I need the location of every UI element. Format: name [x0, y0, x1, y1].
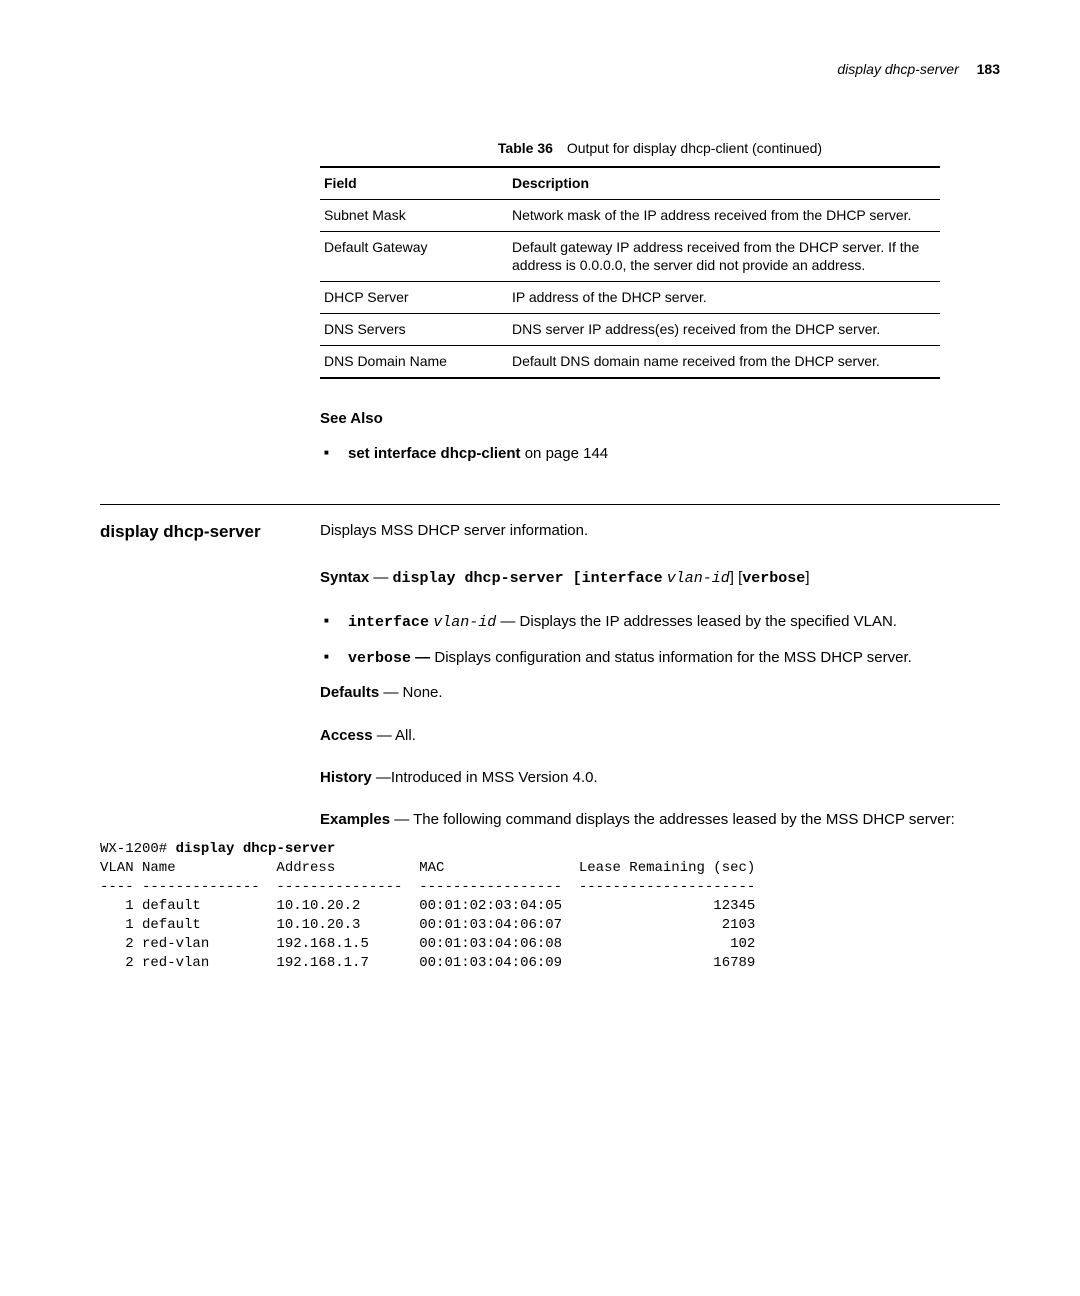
- cli-row: 2 red-vlan 192.168.1.5 00:01:03:04:06:08…: [100, 936, 755, 952]
- table-row: DHCP Server IP address of the DHCP serve…: [320, 282, 940, 314]
- see-also-tail: on page 144: [521, 445, 609, 462]
- syntax-label: Syntax: [320, 569, 369, 586]
- header-page-number: 183: [977, 61, 1000, 77]
- access-line: Access — All.: [320, 726, 1000, 746]
- table-row: DNS Servers DNS server IP address(es) re…: [320, 314, 940, 346]
- desc-cell: Network mask of the IP address received …: [508, 199, 940, 231]
- output-table: Field Description Subnet Mask Network ma…: [320, 166, 940, 379]
- defaults-label: Defaults: [320, 684, 379, 701]
- header-command: display dhcp-server: [837, 61, 958, 77]
- table-row: DNS Domain Name Default DNS domain name …: [320, 346, 940, 378]
- cli-row: 1 default 10.10.20.2 00:01:02:03:04:05 1…: [100, 898, 755, 914]
- syntax-opt: verbose: [742, 570, 805, 587]
- defaults-text: — None.: [379, 684, 442, 701]
- table-caption: Table 36 Output for display dhcp-client …: [320, 139, 1000, 158]
- page-header: display dhcp-server 183: [100, 60, 1000, 79]
- field-cell: DHCP Server: [320, 282, 508, 314]
- syntax-var: vlan-id: [667, 570, 730, 587]
- col-field: Field: [320, 167, 508, 199]
- opt-keyword: verbose: [348, 650, 411, 667]
- table-title: Output for display dhcp-client (continue…: [567, 140, 822, 156]
- access-text: — All.: [373, 727, 416, 744]
- opt-dash: —: [411, 649, 430, 666]
- opt-keyword: interface: [348, 614, 429, 631]
- cli-prompt: WX-1200#: [100, 841, 176, 857]
- command-heading-row: display dhcp-server Displays MSS DHCP se…: [100, 521, 1000, 544]
- opt-text: Displays configuration and status inform…: [430, 649, 912, 666]
- examples-label: Examples: [320, 811, 390, 828]
- cli-row: 1 default 10.10.20.3 00:01:03:04:06:07 2…: [100, 917, 755, 933]
- syntax-option: interface vlan-id — Displays the IP addr…: [320, 611, 1000, 633]
- syntax-option: verbose — Displays configuration and sta…: [320, 647, 1000, 669]
- cli-header: VLAN Name Address MAC Lease Remaining (s…: [100, 860, 755, 876]
- desc-cell: DNS server IP address(es) received from …: [508, 314, 940, 346]
- history-label: History: [320, 769, 372, 786]
- see-also-item: set interface dhcp-client on page 144: [320, 443, 1000, 464]
- cli-command: display dhcp-server: [176, 841, 336, 857]
- field-cell: Subnet Mask: [320, 199, 508, 231]
- table-row: Subnet Mask Network mask of the IP addre…: [320, 199, 940, 231]
- cli-separator: ---- -------------- --------------- ----…: [100, 879, 755, 895]
- see-also-list: set interface dhcp-client on page 144: [320, 443, 1000, 464]
- opt-var: vlan-id: [433, 614, 496, 631]
- syntax-line: Syntax — display dhcp-server [interface …: [320, 568, 1000, 589]
- col-description: Description: [508, 167, 940, 199]
- desc-cell: IP address of the DHCP server.: [508, 282, 940, 314]
- syntax-options-list: interface vlan-id — Displays the IP addr…: [320, 611, 1000, 669]
- syntax-opt-close: ]: [805, 569, 809, 586]
- field-cell: Default Gateway: [320, 231, 508, 282]
- field-cell: DNS Servers: [320, 314, 508, 346]
- command-name: display dhcp-server: [100, 521, 320, 544]
- opt-text: — Displays the IP addresses leased by th…: [496, 613, 897, 630]
- defaults-line: Defaults — None.: [320, 683, 1000, 703]
- history-text: —Introduced in MSS Version 4.0.: [372, 769, 598, 786]
- syntax-command: display dhcp-server [interface: [393, 570, 663, 587]
- field-cell: DNS Domain Name: [320, 346, 508, 378]
- table-number: Table 36: [498, 140, 553, 156]
- see-also-heading: See Also: [320, 409, 1000, 429]
- desc-cell: Default DNS domain name received from th…: [508, 346, 940, 378]
- desc-cell: Default gateway IP address received from…: [508, 231, 940, 282]
- cli-row: 2 red-vlan 192.168.1.7 00:01:03:04:06:09…: [100, 955, 755, 971]
- history-line: History —Introduced in MSS Version 4.0.: [320, 768, 1000, 788]
- access-label: Access: [320, 727, 373, 744]
- see-also-command: set interface dhcp-client: [348, 445, 521, 462]
- section-divider: [100, 504, 1000, 505]
- command-summary: Displays MSS DHCP server information.: [320, 521, 1000, 541]
- examples-line: Examples — The following command display…: [320, 810, 1000, 830]
- examples-text: — The following command displays the add…: [390, 811, 955, 828]
- cli-output: WX-1200# display dhcp-server VLAN Name A…: [100, 840, 1000, 972]
- syntax-close: ]: [730, 569, 734, 586]
- table-row: Default Gateway Default gateway IP addre…: [320, 231, 940, 282]
